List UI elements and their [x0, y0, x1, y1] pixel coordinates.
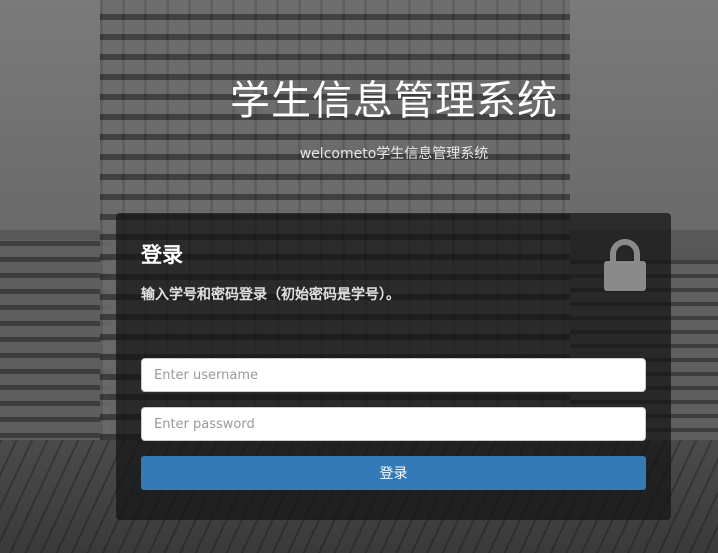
login-panel-description: 输入学号和密码登录（初始密码是学号）。 — [141, 287, 400, 303]
password-input[interactable] — [141, 407, 646, 441]
username-input[interactable] — [141, 358, 646, 392]
lock-icon — [604, 239, 646, 291]
login-panel: 登录 输入学号和密码登录（初始密码是学号）。 登录 — [116, 213, 671, 520]
page-title: 学生信息管理系统 — [230, 78, 558, 124]
login-panel-title: 登录 — [141, 243, 183, 267]
page-subtitle: welcometo学生信息管理系统 — [299, 146, 489, 162]
login-button[interactable]: 登录 — [141, 456, 646, 490]
background-building-left — [0, 240, 110, 470]
